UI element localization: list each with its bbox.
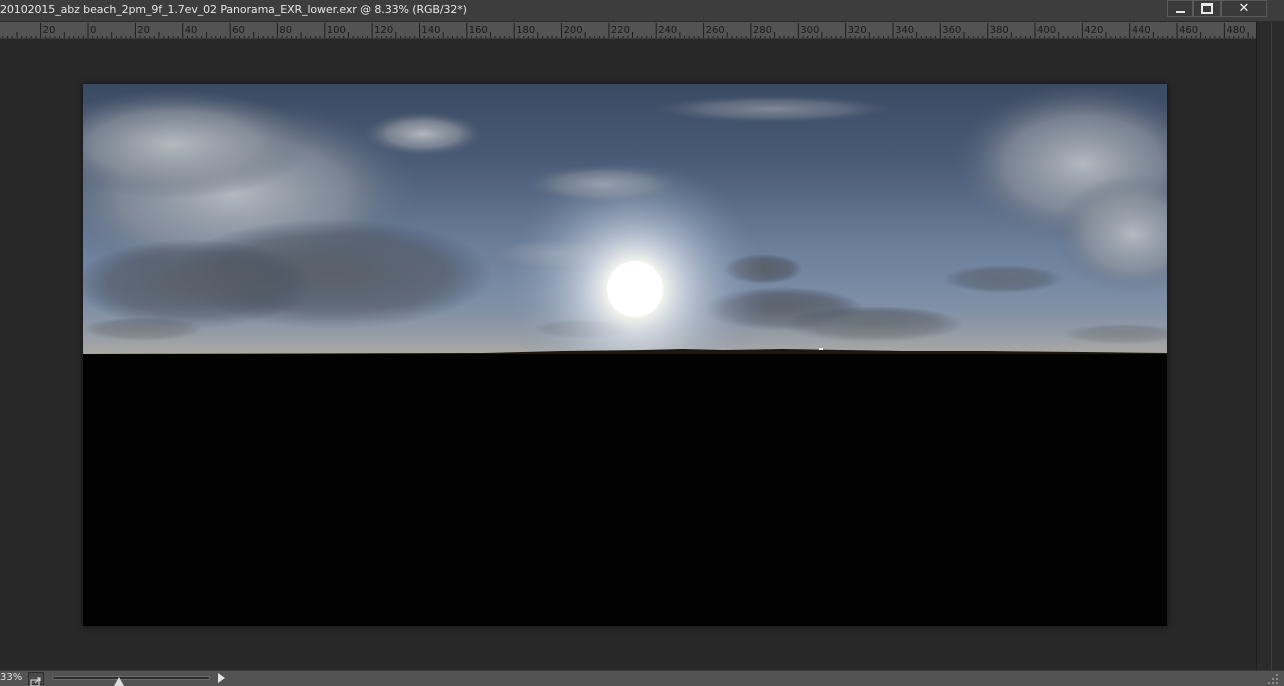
ruler-label: 160 [469, 25, 488, 36]
black-lower-region [83, 354, 1167, 626]
ruler-label: 80 [279, 25, 292, 36]
ruler-label: 100 [327, 25, 346, 36]
ruler-label: 360 [942, 25, 961, 36]
maximize-icon [1201, 3, 1213, 14]
ruler-label: 60 [232, 25, 245, 36]
close-icon: ✕ [1238, 1, 1250, 16]
ruler-label: 420 [1084, 25, 1103, 36]
document-canvas[interactable] [83, 84, 1167, 626]
timeline-slider[interactable] [52, 676, 210, 686]
zoom-level[interactable]: 33% [0, 672, 22, 683]
minimize-icon [1175, 10, 1185, 13]
ruler-label: 280 [753, 25, 772, 36]
ruler-label: 380 [990, 25, 1009, 36]
ruler-label: 20 [137, 25, 150, 36]
resize-grip-icon[interactable] [1258, 672, 1282, 685]
ruler-label: 20 [43, 25, 56, 36]
photoshop-document-window: 20102015_abz beach_2pm_9f_1.7ev_02 Panor… [0, 0, 1284, 686]
status-bar: 33% [0, 670, 1284, 686]
ruler-label: 140 [421, 25, 440, 36]
cloud-layer [83, 84, 1167, 354]
ruler-label: 480 [1226, 25, 1245, 36]
title-bar[interactable]: 20102015_abz beach_2pm_9f_1.7ev_02 Panor… [0, 0, 1284, 22]
slider-thumb[interactable] [113, 677, 124, 686]
ruler-label: 220 [611, 25, 630, 36]
ruler-label: 40 [185, 25, 198, 36]
ruler-label: 460 [1179, 25, 1198, 36]
horizontal-ruler[interactable]: 20 0 20 40 60 80 100 120 140 160 180 200 220 240 260 28… [0, 22, 1256, 39]
ruler-label: 240 [658, 25, 677, 36]
vertical-scrollbar[interactable] [1256, 22, 1284, 670]
ruler-label: 260 [706, 25, 725, 36]
play-arrow-icon[interactable] [218, 673, 225, 683]
ruler-label: 0 [90, 25, 96, 36]
ruler-label: 180 [516, 25, 535, 36]
ruler-label: 120 [374, 25, 393, 36]
ruler-label: 320 [848, 25, 867, 36]
minimize-button[interactable] [1167, 0, 1193, 17]
export-icon [30, 677, 41, 686]
ruler-label: 440 [1132, 25, 1151, 36]
close-button[interactable]: ✕ [1221, 0, 1267, 17]
ruler-label: 300 [800, 25, 819, 36]
ruler-label: 200 [564, 25, 583, 36]
ruler-label: 400 [1037, 25, 1056, 36]
maximize-button[interactable] [1193, 0, 1221, 17]
scrollbar-track [1271, 22, 1272, 670]
ruler-label: 340 [895, 25, 914, 36]
export-button[interactable] [28, 672, 44, 686]
sky-region [83, 84, 1167, 354]
document-title: 20102015_abz beach_2pm_9f_1.7ev_02 Panor… [0, 3, 467, 16]
ruler-ticks: 20 0 20 40 60 80 100 120 140 160 180 200 220 240 260 28… [2, 23, 1254, 38]
